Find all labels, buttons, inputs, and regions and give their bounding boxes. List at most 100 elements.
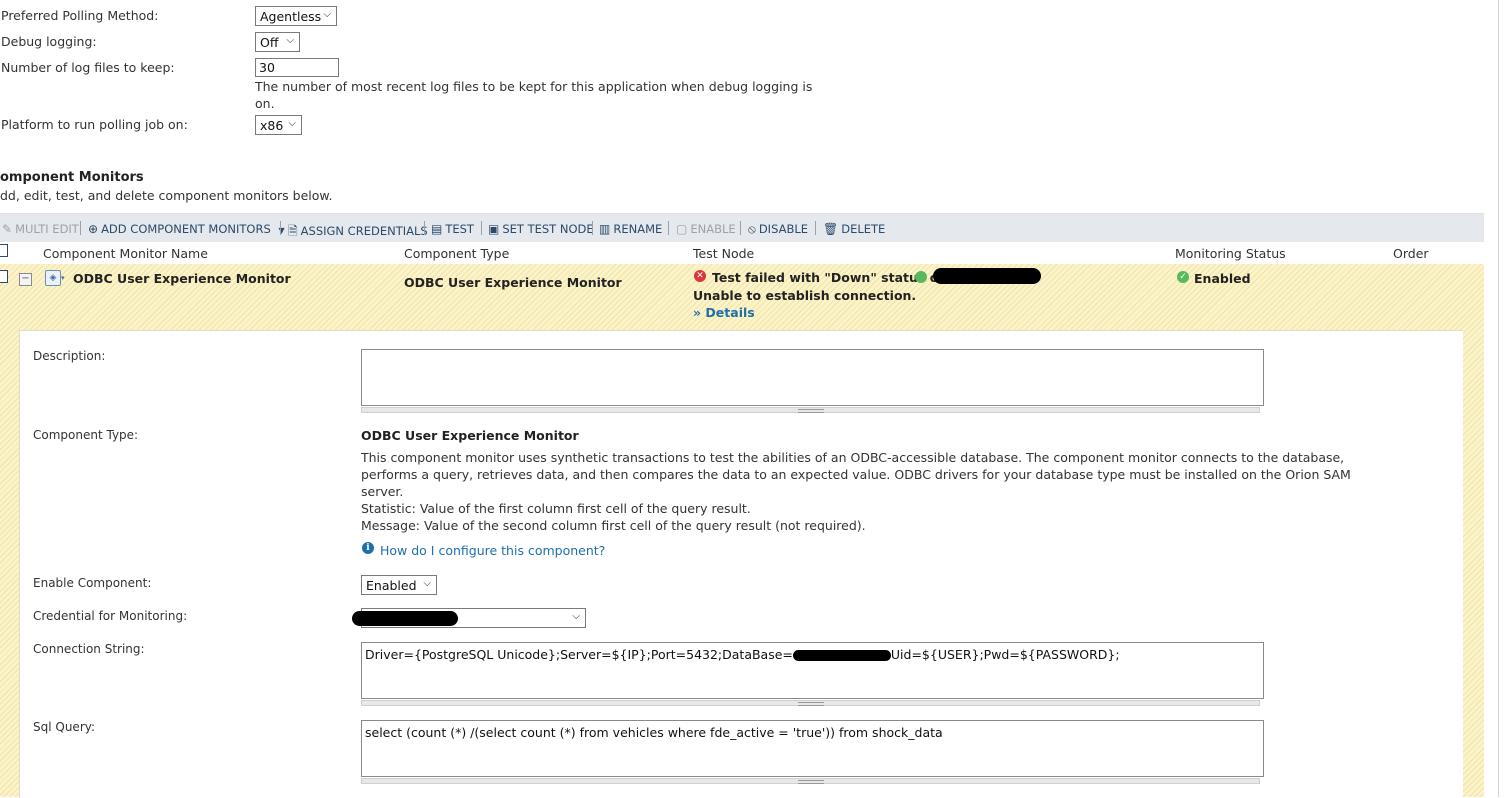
monitoring-status-text: Enabled: [1194, 271, 1251, 286]
details-link[interactable]: » Details: [693, 305, 755, 320]
node-icon: ▣: [488, 222, 500, 236]
component-type-message: Message: Value of the second column firs…: [361, 518, 866, 533]
sql-query-resize-handle[interactable]: [361, 778, 1260, 784]
col-header-test-node[interactable]: Test Node: [693, 246, 754, 261]
set-test-node-label: SET TEST NODE: [502, 222, 594, 236]
section-title: omponent Monitors: [0, 170, 144, 185]
connection-string-suffix: Uid=${USER};Pwd=${PASSWORD};: [890, 647, 1120, 662]
col-header-name[interactable]: Component Monitor Name: [43, 246, 208, 261]
polling-method-label: Preferred Polling Method:: [1, 8, 159, 23]
chevron-down-icon: ⌵: [572, 611, 580, 622]
disable-label: DISABLE: [758, 222, 809, 236]
platform-value: x86: [260, 118, 284, 133]
rename-icon: ▥: [599, 222, 611, 236]
description-label: Description:: [33, 349, 106, 363]
section-subtitle: dd, edit, test, and delete component mon…: [0, 188, 333, 203]
platform-select[interactable]: x86 ⌵: [255, 115, 302, 135]
component-toolbar: ✎ MULTI EDIT ⊕ ADD COMPONENT MONITORS ▼ 🗎 A…: [0, 213, 1484, 242]
toolbar-divider: [815, 221, 816, 235]
component-type-desc-2: performs a query, retrieves data, and th…: [361, 467, 1351, 482]
delete-button[interactable]: 🗑 DELETE: [823, 222, 885, 236]
col-header-monitoring-status[interactable]: Monitoring Status: [1175, 246, 1286, 261]
connection-string-prefix: Driver={PostgreSQL Unicode};Server=${IP}…: [365, 647, 793, 662]
info-icon: i: [362, 542, 374, 554]
description-textarea[interactable]: [361, 349, 1264, 406]
test-button[interactable]: ▤ TEST: [431, 222, 474, 236]
row-component-type: ODBC User Experience Monitor: [404, 275, 622, 290]
disable-icon: ⦸: [748, 222, 756, 236]
description-resize-handle[interactable]: [361, 407, 1260, 413]
toolbar-divider: [668, 221, 669, 235]
add-component-monitors-button[interactable]: ⊕ ADD COMPONENT MONITORS ▼: [88, 222, 285, 236]
select-all-checkbox[interactable]: [0, 244, 8, 257]
key-document-icon: 🗎: [288, 224, 298, 238]
connection-string-resize-handle[interactable]: [361, 700, 1260, 706]
help-configure-link[interactable]: How do I configure this component?: [380, 543, 605, 558]
component-type-title: ODBC User Experience Monitor: [361, 428, 579, 443]
node-status-up-icon: [915, 271, 927, 283]
delete-label: DELETE: [841, 222, 886, 236]
pencil-icon: ✎: [2, 222, 13, 236]
enable-component-select[interactable]: Enabled ⌵: [361, 575, 437, 595]
enable-component-value: Enabled: [366, 578, 417, 593]
chevron-down-icon: ⌵: [323, 9, 331, 20]
multi-edit-button[interactable]: ✎ MULTI EDIT: [2, 222, 79, 236]
collapse-icon[interactable]: −: [19, 273, 32, 286]
row-monitor-name[interactable]: ODBC User Experience Monitor: [73, 271, 291, 286]
log-files-label: Number of log files to keep:: [1, 60, 175, 75]
assign-credentials-label: ASSIGN CREDENTIALS: [300, 224, 428, 238]
assign-credentials-button[interactable]: 🗎 ASSIGN CREDENTIALS: [288, 222, 428, 243]
component-type-desc-3: server.: [361, 484, 404, 499]
redacted-node-name: [933, 268, 1041, 284]
test-label: TEST: [445, 222, 474, 236]
enable-component-label: Enable Component:: [33, 576, 152, 590]
toolbar-divider: [80, 221, 81, 235]
chevron-down-icon: ⌵: [423, 578, 431, 589]
plus-circle-icon: ⊕: [88, 222, 99, 236]
sql-query-textarea[interactable]: select (count (*) /(select count (*) fro…: [361, 720, 1264, 777]
disable-button[interactable]: ⦸ DISABLE: [748, 222, 808, 237]
toolbar-divider: [280, 221, 281, 235]
trash-icon: 🗑: [823, 222, 839, 236]
add-component-monitors-label: ADD COMPONENT MONITORS: [101, 222, 271, 236]
enable-label: ENABLE: [690, 222, 736, 236]
component-type-label: Component Type:: [33, 428, 139, 442]
check-circle-icon: ✓: [1177, 271, 1189, 283]
row-checkbox[interactable]: [0, 270, 8, 283]
debug-logging-value: Off: [260, 35, 279, 50]
dropdown-caret-icon[interactable]: ▾: [61, 274, 65, 282]
test-message-text: Unable to establish connection.: [693, 288, 917, 303]
redacted-database: [792, 650, 891, 661]
chevron-down-icon: ⌵: [288, 118, 296, 129]
rename-button[interactable]: ▥ RENAME: [599, 222, 662, 236]
monitor-type-icon: ◈: [45, 270, 61, 286]
toolbar-divider: [592, 221, 593, 235]
debug-logging-label: Debug logging:: [1, 34, 97, 49]
toolbar-divider: [481, 221, 482, 235]
component-type-desc-1: This component monitor uses synthetic tr…: [361, 450, 1345, 465]
log-files-help-line1: The number of most recent log files to b…: [255, 79, 813, 94]
test-status-text: Test failed with "Down" status on: [712, 270, 948, 285]
toolbar-divider: [740, 221, 741, 235]
col-header-order[interactable]: Order: [1393, 246, 1429, 261]
log-files-input[interactable]: 30: [255, 58, 339, 77]
toolbar-divider: [424, 221, 425, 235]
error-icon: ✕: [694, 270, 706, 282]
polling-method-select[interactable]: Agentless ⌵: [255, 6, 337, 26]
redacted-credential: [352, 611, 458, 626]
set-test-node-button[interactable]: ▣ SET TEST NODE: [488, 222, 594, 236]
sql-query-label: Sql Query:: [33, 720, 96, 734]
multi-edit-label: MULTI EDIT: [15, 222, 79, 236]
rename-label: RENAME: [613, 222, 663, 236]
log-files-help-line2: on.: [255, 96, 275, 111]
test-icon: ▤: [431, 222, 443, 236]
enable-icon: ▢: [676, 222, 688, 236]
page-scroll-edge: [1498, 0, 1499, 797]
col-header-type[interactable]: Component Type: [404, 246, 509, 261]
connection-string-textarea[interactable]: Driver={PostgreSQL Unicode};Server=${IP}…: [361, 642, 1264, 699]
platform-label: Platform to run polling job on:: [1, 117, 188, 132]
connection-string-label: Connection String:: [33, 642, 145, 656]
component-type-statistic: Statistic: Value of the first column fir…: [361, 501, 751, 516]
debug-logging-select[interactable]: Off ⌵: [255, 32, 300, 52]
enable-button[interactable]: ▢ ENABLE: [676, 222, 736, 236]
